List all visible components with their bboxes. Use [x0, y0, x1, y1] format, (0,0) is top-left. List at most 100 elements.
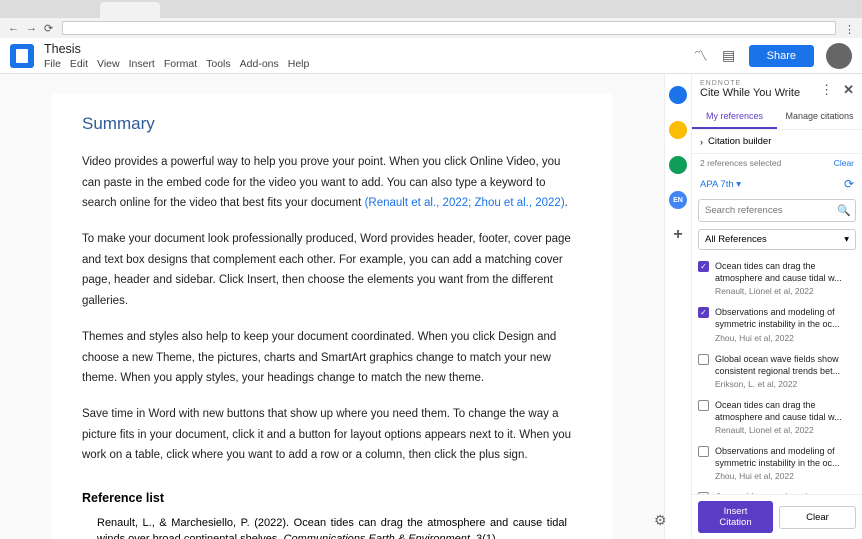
reference-item[interactable]: Ocean tides can drag the atmosphere and …	[692, 487, 862, 494]
reference-filter-dropdown[interactable]: All References ▾	[698, 229, 856, 250]
doc-meta: Thesis File Edit View Insert Format Tool…	[44, 42, 309, 70]
chevron-right-icon: ›	[700, 137, 703, 147]
main-layout: Summary Video provides a powerful way to…	[0, 74, 862, 539]
menu-format[interactable]: Format	[164, 58, 197, 70]
reference-title: Observations and modeling of symmetric i…	[715, 445, 856, 469]
sidebar-header: ENDNOTE Cite While You Write ⋮ ✕	[692, 74, 862, 105]
ref-journal: Communications Earth & Environment	[284, 533, 470, 539]
header-right: 〽 ▤ Share	[693, 43, 852, 69]
url-bar-row: ← → ⟳ ⋮	[0, 18, 862, 38]
addon-calendar-icon[interactable]	[669, 86, 687, 104]
citation-style-label: APA 7th	[700, 179, 734, 190]
reference-title: Ocean tides can drag the atmosphere and …	[715, 260, 856, 284]
reference-title: Observations and modeling of symmetric i…	[715, 306, 856, 330]
reference-checkbox[interactable]: ✓	[698, 261, 709, 272]
reference-meta: Renault, Lionel et al, 2022	[715, 425, 856, 435]
user-avatar[interactable]	[826, 43, 852, 69]
search-icon[interactable]: 🔍	[837, 204, 851, 217]
reference-meta: Erikson, L. et al, 2022	[715, 379, 856, 389]
document-title[interactable]: Thesis	[44, 42, 309, 56]
reference-checkbox[interactable]: ✓	[698, 307, 709, 318]
reference-item[interactable]: Observations and modeling of symmetric i…	[692, 441, 862, 487]
sidebar-close-icon[interactable]: ✕	[843, 82, 854, 98]
comments-icon[interactable]: ▤	[721, 48, 737, 64]
citation-builder-label: Citation builder	[708, 136, 771, 147]
citation-style-row: APA 7th ▾ ⟳	[692, 172, 862, 196]
reference-meta: Zhou, Hui et al, 2022	[715, 333, 856, 343]
reference-list-heading: Reference list	[82, 491, 582, 505]
browser-chrome: ← → ⟳ ⋮	[0, 0, 862, 38]
clear-selection-link[interactable]: Clear	[834, 158, 854, 168]
para1-text-b: .	[565, 197, 568, 209]
inline-citation[interactable]: (Renault et al., 2022; Zhou et al., 2022…	[365, 197, 565, 209]
paragraph-4: Save time in Word with new buttons that …	[82, 404, 582, 466]
reference-body: Ocean tides can drag the atmosphere and …	[715, 260, 856, 296]
ref-text-b: , 3(1).	[470, 533, 499, 539]
menu-file[interactable]: File	[44, 58, 61, 70]
insert-citation-button[interactable]: Insert Citation	[698, 501, 773, 533]
addon-endnote-icon[interactable]: EN	[669, 191, 687, 209]
selection-count: 2 references selected	[700, 158, 781, 168]
reference-checkbox[interactable]	[698, 354, 709, 365]
reference-item[interactable]: ✓ Ocean tides can drag the atmosphere and…	[692, 256, 862, 302]
reference-item[interactable]: Global ocean wave fields show consistent…	[692, 349, 862, 395]
reference-body: Observations and modeling of symmetric i…	[715, 306, 856, 342]
sidebar-tabs: My references Manage citations	[692, 105, 862, 130]
menu-edit[interactable]: Edit	[70, 58, 88, 70]
refresh-icon[interactable]: ⟳	[844, 177, 854, 191]
paragraph-1: Video provides a powerful way to help yo…	[82, 152, 582, 214]
clear-button[interactable]: Clear	[779, 506, 856, 529]
addon-keep-icon[interactable]	[669, 121, 687, 139]
reference-title: Ocean tides can drag the atmosphere and …	[715, 399, 856, 423]
reference-body: Global ocean wave fields show consistent…	[715, 353, 856, 389]
settings-gear-icon[interactable]: ⚙	[654, 512, 667, 529]
url-input[interactable]	[62, 21, 836, 35]
sidebar-title: Cite While You Write	[700, 87, 800, 99]
forward-icon[interactable]: →	[26, 22, 36, 34]
citation-builder-toggle[interactable]: › Citation builder	[692, 130, 862, 154]
back-icon[interactable]: ←	[8, 22, 18, 34]
menu-bar: File Edit View Insert Format Tools Add-o…	[44, 58, 309, 70]
share-button[interactable]: Share	[749, 45, 814, 67]
sidebar-menu-icon[interactable]: ⋮	[820, 82, 833, 98]
reference-body: Observations and modeling of symmetric i…	[715, 445, 856, 481]
menu-help[interactable]: Help	[288, 58, 310, 70]
vertical-addon-strip: EN +	[664, 74, 692, 539]
reference-title: Global ocean wave fields show consistent…	[715, 353, 856, 377]
reference-body: Ocean tides can drag the atmosphere and …	[715, 399, 856, 435]
reference-item[interactable]: ✓ Observations and modeling of symmetric …	[692, 302, 862, 348]
filter-label: All References	[705, 234, 767, 245]
reference-checkbox[interactable]	[698, 446, 709, 457]
selection-status-row: 2 references selected Clear	[692, 154, 862, 172]
reference-list[interactable]: ✓ Ocean tides can drag the atmosphere and…	[692, 254, 862, 494]
paragraph-3: Themes and styles also help to keep your…	[82, 327, 582, 389]
sidebar-brand: ENDNOTE	[700, 80, 800, 87]
reference-meta: Zhou, Hui et al, 2022	[715, 471, 856, 481]
reload-icon[interactable]: ⟳	[44, 22, 54, 35]
heading-summary: Summary	[82, 114, 582, 134]
reference-search-input[interactable]	[705, 205, 837, 216]
addon-tasks-icon[interactable]	[669, 156, 687, 174]
menu-addons[interactable]: Add-ons	[240, 58, 279, 70]
docs-logo-icon[interactable]	[10, 44, 34, 68]
document-canvas: Summary Video provides a powerful way to…	[0, 74, 664, 539]
reference-search[interactable]: 🔍	[698, 199, 856, 222]
tab-my-references[interactable]: My references	[692, 105, 777, 129]
sidebar-footer: Insert Citation Clear	[692, 494, 862, 539]
browser-menu-icon[interactable]: ⋮	[844, 23, 854, 33]
browser-tab[interactable]	[100, 2, 160, 18]
menu-view[interactable]: View	[97, 58, 120, 70]
endnote-sidebar: ENDNOTE Cite While You Write ⋮ ✕ My refe…	[692, 74, 862, 539]
menu-tools[interactable]: Tools	[206, 58, 231, 70]
activity-icon[interactable]: 〽	[693, 48, 709, 64]
reference-meta: Renault, Lionel et al, 2022	[715, 286, 856, 296]
add-addon-icon[interactable]: +	[669, 226, 687, 244]
reference-item[interactable]: Ocean tides can drag the atmosphere and …	[692, 395, 862, 441]
tab-manage-citations[interactable]: Manage citations	[777, 105, 862, 129]
menu-insert[interactable]: Insert	[129, 58, 155, 70]
tab-strip	[0, 0, 862, 18]
document-page[interactable]: Summary Video provides a powerful way to…	[52, 94, 612, 539]
citation-style-dropdown[interactable]: APA 7th ▾	[700, 179, 741, 190]
paragraph-2: To make your document look professionall…	[82, 229, 582, 312]
reference-checkbox[interactable]	[698, 400, 709, 411]
